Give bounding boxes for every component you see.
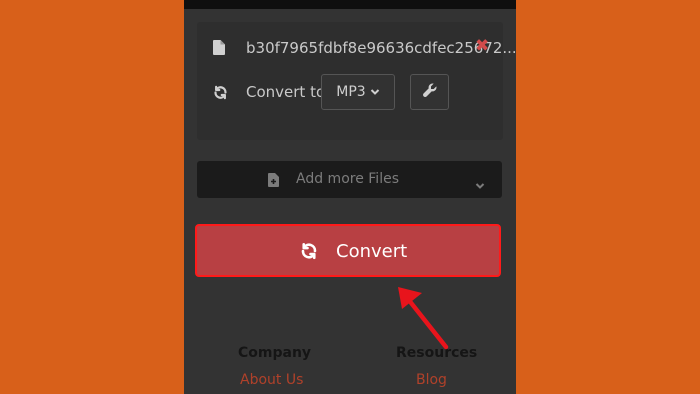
sync-icon [300, 242, 318, 264]
file-panel: b30f7965fdbf8e96636cdfec25672... ✖ Conve… [197, 22, 516, 140]
annotation-arrow [398, 287, 449, 350]
format-select[interactable]: MP3 [321, 74, 395, 110]
file-plus-icon [268, 172, 279, 191]
file-icon [213, 40, 225, 59]
convert-button[interactable]: Convert [195, 224, 501, 277]
footer-link-about-us[interactable]: About Us [240, 372, 303, 388]
wrench-icon [422, 82, 438, 102]
chevron-down-icon [370, 84, 380, 100]
convert-row: Convert to MP3 [197, 74, 503, 114]
file-row: b30f7965fdbf8e96636cdfec25672... ✖ [197, 36, 516, 62]
sync-icon [213, 85, 228, 104]
convert-button-label: Convert [336, 241, 408, 262]
top-bar [184, 0, 516, 9]
footer-heading-company: Company [238, 345, 312, 361]
convert-to-label: Convert to [246, 83, 326, 101]
add-more-files-button[interactable]: Add more Files [197, 161, 502, 198]
chevron-down-icon[interactable] [475, 175, 485, 194]
remove-icon[interactable]: ✖ [475, 36, 489, 56]
format-select-value: MP3 [336, 84, 366, 100]
settings-button[interactable] [410, 74, 449, 110]
add-more-files-label: Add more Files [296, 171, 399, 187]
footer-link-blog[interactable]: Blog [416, 372, 447, 388]
mobile-page: b30f7965fdbf8e96636cdfec25672... ✖ Conve… [184, 0, 516, 394]
